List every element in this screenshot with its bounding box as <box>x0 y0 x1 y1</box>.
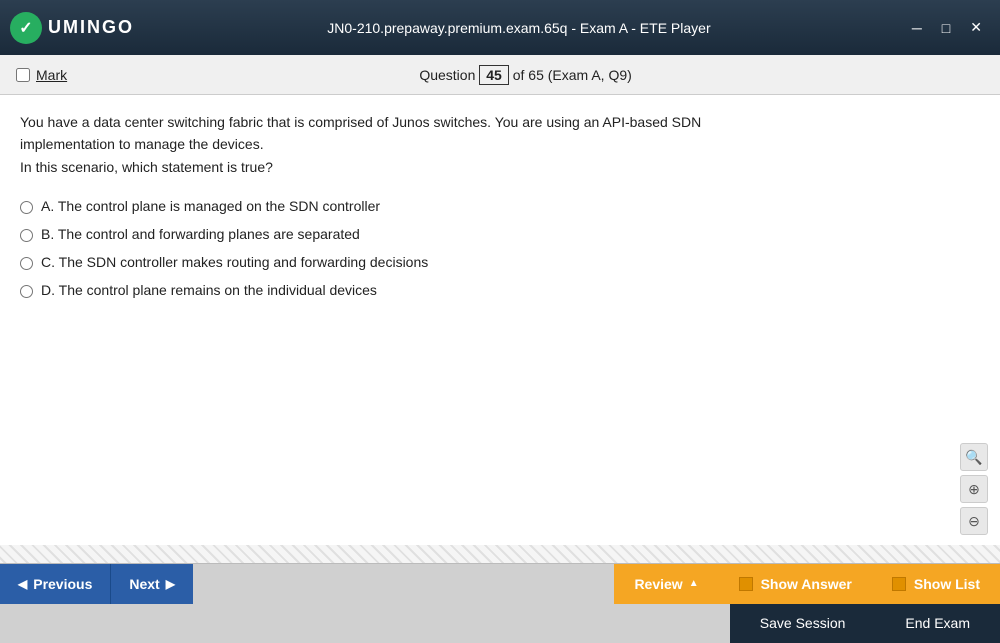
review-label: Review <box>634 576 682 592</box>
footer-row1: ◀ Previous Next ▶ Review ▲ Show Answer S… <box>0 564 1000 604</box>
option-a[interactable]: A. The control plane is managed on the S… <box>20 198 980 214</box>
window-controls: ─ □ ✕ <box>904 17 990 38</box>
next-button[interactable]: Next ▶ <box>111 564 193 604</box>
next-arrow-icon: ▶ <box>166 577 175 591</box>
zoom-out-button[interactable]: ⊖ <box>960 507 988 535</box>
option-c[interactable]: C. The SDN controller makes routing and … <box>20 254 980 270</box>
logo-text: UMINGO <box>48 17 134 38</box>
end-exam-button[interactable]: End Exam <box>875 604 1000 643</box>
show-list-icon <box>892 577 906 591</box>
mark-container[interactable]: Mark <box>16 67 67 83</box>
question-header: Mark Question 45 of 65 (Exam A, Q9) <box>0 55 1000 95</box>
show-list-button[interactable]: Show List <box>872 564 1000 604</box>
option-c-label: C. The SDN controller makes routing and … <box>41 254 428 270</box>
save-session-button[interactable]: Save Session <box>730 604 876 643</box>
option-b-label: B. The control and forwarding planes are… <box>41 226 360 242</box>
logo: ✓ UMINGO <box>10 12 134 44</box>
review-arrow-icon: ▲ <box>689 578 699 589</box>
question-label: Question <box>419 67 475 83</box>
review-button[interactable]: Review ▲ <box>614 564 718 604</box>
options-list: A. The control plane is managed on the S… <box>20 198 980 298</box>
save-session-label: Save Session <box>760 615 846 631</box>
next-label: Next <box>129 576 159 592</box>
question-line3: In this scenario, which statement is tru… <box>20 159 273 175</box>
show-answer-button[interactable]: Show Answer <box>719 564 872 604</box>
option-a-label: A. The control plane is managed on the S… <box>41 198 380 214</box>
question-text: You have a data center switching fabric … <box>20 111 980 178</box>
show-answer-icon <box>739 577 753 591</box>
maximize-button[interactable]: □ <box>934 17 958 38</box>
option-b[interactable]: B. The control and forwarding planes are… <box>20 226 980 242</box>
logo-icon: ✓ <box>10 12 42 44</box>
prev-arrow-icon: ◀ <box>18 577 27 591</box>
previous-label: Previous <box>33 576 92 592</box>
title-bar: ✓ UMINGO JN0-210.prepaway.premium.exam.6… <box>0 0 1000 55</box>
previous-button[interactable]: ◀ Previous <box>0 564 111 604</box>
search-icon-button[interactable]: 🔍 <box>960 443 988 471</box>
option-d[interactable]: D. The control plane remains on the indi… <box>20 282 980 298</box>
minimize-button[interactable]: ─ <box>904 17 930 38</box>
radio-b[interactable] <box>20 229 33 242</box>
mark-label: Mark <box>36 67 67 83</box>
close-button[interactable]: ✕ <box>962 17 990 38</box>
question-line1: You have a data center switching fabric … <box>20 114 701 130</box>
scrollable-content: You have a data center switching fabric … <box>0 95 1000 563</box>
question-total: of 65 (Exam A, Q9) <box>513 67 632 83</box>
question-number-display: Question 45 of 65 (Exam A, Q9) <box>419 67 631 83</box>
footer-row2: Save Session End Exam <box>0 604 1000 643</box>
content-wrapper: You have a data center switching fabric … <box>0 95 1000 563</box>
end-exam-label: End Exam <box>905 615 970 631</box>
zoom-in-button[interactable]: ⊕ <box>960 475 988 503</box>
option-d-label: D. The control plane remains on the indi… <box>41 282 377 298</box>
radio-c[interactable] <box>20 257 33 270</box>
main-content: You have a data center switching fabric … <box>0 95 1000 545</box>
title-bar-title: JN0-210.prepaway.premium.exam.65q - Exam… <box>327 20 710 36</box>
bottom-area <box>0 545 1000 563</box>
show-list-label: Show List <box>914 576 980 592</box>
side-icons: 🔍 ⊕ ⊖ <box>960 443 988 535</box>
radio-a[interactable] <box>20 201 33 214</box>
mark-checkbox[interactable] <box>16 68 30 82</box>
radio-d[interactable] <box>20 285 33 298</box>
question-number-box: 45 <box>479 65 509 85</box>
footer: ◀ Previous Next ▶ Review ▲ Show Answer S… <box>0 563 1000 643</box>
question-line2: implementation to manage the devices. <box>20 136 264 152</box>
show-answer-label: Show Answer <box>761 576 852 592</box>
